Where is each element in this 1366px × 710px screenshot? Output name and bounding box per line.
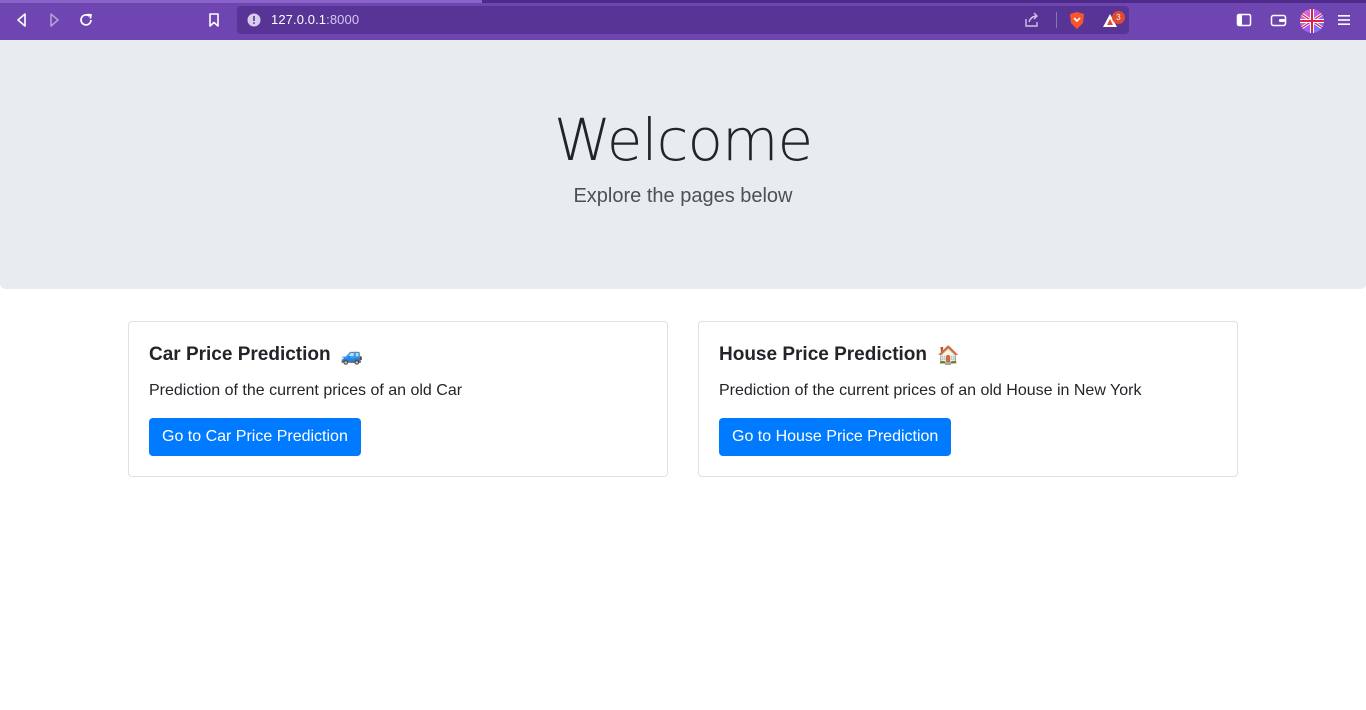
page-title: Welcome — [553, 106, 813, 174]
active-tab-indicator[interactable] — [0, 0, 482, 3]
share-icon[interactable] — [1023, 12, 1041, 28]
url-text: 127.0.0.1:8000 — [271, 12, 359, 27]
forward-arrow-icon[interactable] — [42, 8, 66, 32]
address-bar[interactable]: 127.0.0.1:8000 — [237, 6, 1129, 34]
page-subtitle: Explore the pages below — [573, 185, 793, 207]
bookmark-icon[interactable] — [202, 8, 226, 32]
card-description: Prediction of the current prices of an o… — [149, 382, 463, 399]
car-price-card: Car Price Prediction 🚙 Prediction of the… — [128, 321, 668, 477]
card-description: Prediction of the current prices of an o… — [719, 382, 1142, 399]
sidebar-icon[interactable] — [1232, 8, 1256, 32]
hero-banner: Welcome Explore the pages below — [0, 40, 1366, 289]
notification-badge: 3 — [1112, 11, 1125, 24]
brave-shield-icon[interactable] — [1068, 11, 1086, 30]
house-icon: 🏠 — [937, 345, 960, 365]
go-to-car-prediction-button[interactable]: Go to Car Price Prediction — [149, 418, 361, 456]
card-title: Car Price Prediction 🚙 — [149, 344, 363, 366]
menu-icon[interactable] — [1332, 8, 1356, 32]
url-separator — [1056, 12, 1057, 28]
info-icon[interactable] — [247, 13, 261, 27]
url-port: :8000 — [326, 12, 360, 27]
wallet-icon[interactable] — [1266, 8, 1290, 32]
browser-toolbar: 127.0.0.1:8000 3 — [0, 0, 1366, 40]
house-price-card: House Price Prediction 🏠 Prediction of t… — [698, 321, 1238, 477]
profile-avatar[interactable] — [1300, 9, 1324, 33]
car-icon: 🚙 — [340, 345, 364, 365]
reload-icon[interactable] — [74, 8, 98, 32]
card-title: House Price Prediction 🏠 — [719, 344, 959, 366]
back-arrow-icon[interactable] — [10, 8, 34, 32]
go-to-house-prediction-button[interactable]: Go to House Price Prediction — [719, 418, 952, 456]
card-title-text: Car Price Prediction — [149, 344, 331, 365]
card-title-text: House Price Prediction — [719, 344, 928, 365]
url-host: 127.0.0.1 — [271, 12, 327, 27]
